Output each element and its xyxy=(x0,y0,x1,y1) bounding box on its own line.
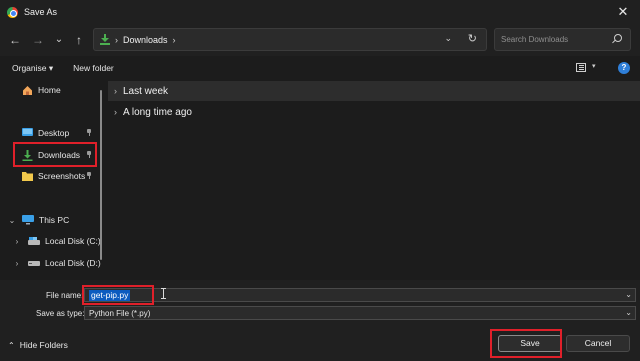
text-cursor-icon xyxy=(161,288,166,299)
save-highlight-annotation xyxy=(490,329,562,358)
close-icon[interactable]: ✕ xyxy=(614,3,632,21)
hide-folders-label: Hide Folders xyxy=(19,340,68,350)
sidebar-item-label: Desktop xyxy=(38,128,70,138)
address-dropdown-icon[interactable]: ⌄ xyxy=(444,33,452,44)
file-name-label: File name: xyxy=(46,291,84,300)
sidebar-item-desktop[interactable]: Desktop xyxy=(22,124,69,142)
group-chevron-icon[interactable]: › xyxy=(114,86,117,96)
drive-icon xyxy=(28,236,40,245)
breadcrumb-separator-icon[interactable]: › xyxy=(173,35,176,45)
help-icon[interactable]: ? xyxy=(618,62,630,74)
save-type-select[interactable]: Python File (*.py) ⌄ xyxy=(84,306,636,320)
group-last-week[interactable]: › Last week xyxy=(108,81,640,101)
pin-icon xyxy=(86,172,92,179)
view-options-icon[interactable] xyxy=(576,63,586,72)
file-name-highlight-annotation xyxy=(82,285,154,305)
breadcrumb-separator-icon[interactable]: › xyxy=(115,35,118,45)
search-icon[interactable] xyxy=(614,34,622,42)
sidebar-item-label: Local Disk (C:) xyxy=(45,236,101,246)
save-form: File name: get-pip.py ⌄ Save as type: Py… xyxy=(0,280,640,361)
navigation-bar: ← → ⌄ ↑ › Downloads › ⌄ ↻ Search Downloa… xyxy=(0,24,640,56)
desktop-icon xyxy=(22,128,33,136)
view-dropdown-icon[interactable]: ▾ xyxy=(592,62,596,70)
sidebar-item-home[interactable]: Home xyxy=(22,81,61,99)
sidebar-item-screenshots[interactable]: Screenshots xyxy=(22,167,85,185)
sidebar-scrollbar[interactable] xyxy=(100,90,102,260)
downloads-highlight-annotation xyxy=(13,142,97,167)
search-input[interactable]: Search Downloads xyxy=(494,28,631,51)
address-bar[interactable]: › Downloads › ⌄ ↻ xyxy=(93,28,487,51)
chrome-icon xyxy=(7,6,18,18)
group-label: Last week xyxy=(123,85,169,97)
sidebar-item-label: Screenshots xyxy=(38,171,86,181)
recent-locations-icon[interactable]: ⌄ xyxy=(51,32,67,48)
hide-folders-button[interactable]: ⌃ Hide Folders xyxy=(8,340,68,350)
file-name-dropdown-icon[interactable]: ⌄ xyxy=(625,290,632,299)
download-icon xyxy=(100,34,110,45)
pin-icon xyxy=(86,129,92,136)
save-type-value: Python File (*.py) xyxy=(89,309,151,318)
forward-icon[interactable]: → xyxy=(30,32,46,48)
sidebar-item-label: Local Disk (D:) xyxy=(45,258,101,268)
command-bar: Organise ▾ New folder ▾ ? xyxy=(0,56,640,80)
group-chevron-icon[interactable]: › xyxy=(114,107,117,117)
file-list: › Last week › A long time ago xyxy=(108,80,640,280)
sidebar-item-label: Home xyxy=(38,85,61,95)
chevron-up-icon: ⌃ xyxy=(8,340,15,350)
collapse-chevron-icon[interactable]: › xyxy=(12,237,22,246)
refresh-icon[interactable]: ↻ xyxy=(468,32,477,45)
breadcrumb-downloads[interactable]: Downloads xyxy=(123,35,168,45)
expand-chevron-icon[interactable]: ⌄ xyxy=(7,216,17,225)
computer-icon xyxy=(22,215,34,225)
home-icon xyxy=(23,85,32,95)
save-type-dropdown-icon[interactable]: ⌄ xyxy=(625,308,632,317)
sidebar-item-label: This PC xyxy=(39,215,70,225)
title-bar: Save As ✕ xyxy=(0,0,640,24)
collapse-chevron-icon[interactable]: › xyxy=(12,259,22,268)
folder-icon xyxy=(22,172,33,181)
cancel-button[interactable]: Cancel xyxy=(566,335,630,352)
sidebar-item-this-pc[interactable]: ⌄ This PC xyxy=(7,211,69,229)
search-placeholder: Search Downloads xyxy=(501,35,569,44)
group-label: A long time ago xyxy=(123,106,192,118)
window-title: Save As xyxy=(24,7,58,17)
new-folder-button[interactable]: New folder xyxy=(73,63,114,73)
group-long-time-ago[interactable]: › A long time ago xyxy=(108,102,640,122)
save-type-label: Save as type: xyxy=(36,309,85,318)
file-name-field[interactable]: get-pip.py ⌄ xyxy=(84,288,636,302)
sidebar-item-drive-c[interactable]: › Local Disk (C:) xyxy=(12,232,101,250)
sidebar-item-drive-d[interactable]: › Local Disk (D:) xyxy=(12,254,101,272)
up-icon[interactable]: ↑ xyxy=(71,32,87,48)
organise-button[interactable]: Organise ▾ xyxy=(12,63,53,74)
navigation-pane: Home Desktop Downloads Screenshots ⌄ Thi… xyxy=(0,80,104,280)
back-icon[interactable]: ← xyxy=(7,32,23,48)
drive-icon xyxy=(28,260,40,266)
